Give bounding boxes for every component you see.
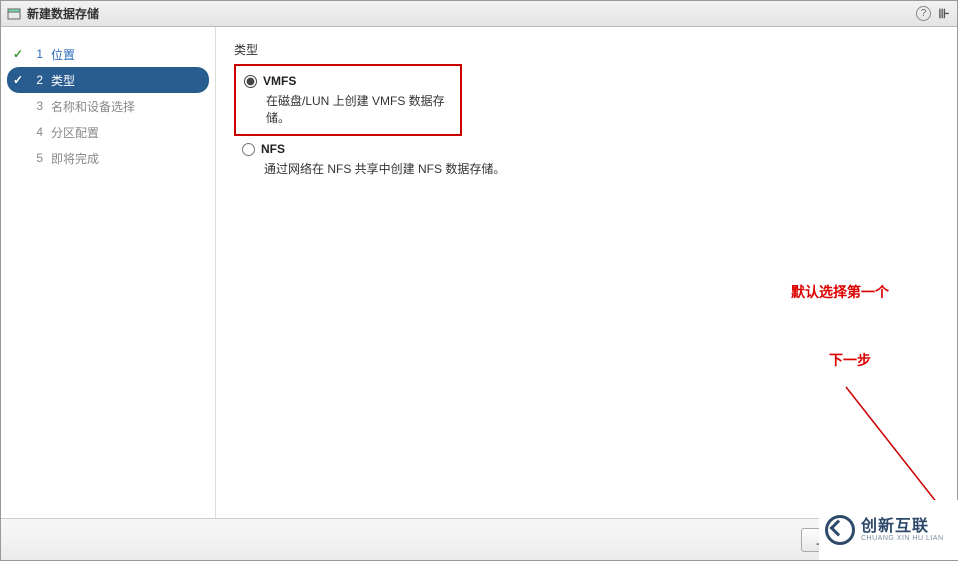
radio-vmfs-input[interactable] bbox=[244, 75, 257, 88]
check-icon: ✓ bbox=[11, 47, 25, 61]
radio-option-vmfs[interactable]: VMFS bbox=[244, 74, 450, 88]
wizard-step-partition: 4 分区配置 bbox=[1, 119, 215, 145]
step-label: 分区配置 bbox=[51, 124, 99, 141]
expand-icon[interactable]: ⊪ bbox=[937, 7, 951, 21]
check-icon: ✓ bbox=[11, 73, 25, 87]
radio-option-nfs[interactable]: NFS bbox=[242, 142, 939, 156]
wizard-content: 类型 VMFS 在磁盘/LUN 上创建 VMFS 数据存储。 NFS 通过网络在… bbox=[216, 27, 957, 518]
section-label: 类型 bbox=[234, 41, 939, 58]
radio-nfs-desc: 通过网络在 NFS 共享中创建 NFS 数据存储。 bbox=[264, 160, 939, 177]
annotation-default-first: 默认选择第一个 bbox=[791, 282, 889, 302]
radio-vmfs-desc: 在磁盘/LUN 上创建 VMFS 数据存储。 bbox=[266, 92, 450, 126]
window-icon bbox=[7, 7, 21, 21]
wizard-step-type[interactable]: ✓ 2 类型 bbox=[7, 67, 209, 93]
dialog-title: 新建数据存储 bbox=[27, 5, 99, 22]
radio-vmfs-label: VMFS bbox=[263, 74, 296, 88]
wizard-step-finish: 5 即将完成 bbox=[1, 145, 215, 171]
step-label: 类型 bbox=[51, 72, 75, 89]
radio-nfs-input[interactable] bbox=[242, 143, 255, 156]
radio-nfs-label: NFS bbox=[261, 142, 285, 156]
step-label: 即将完成 bbox=[51, 150, 99, 167]
wizard-footer: 上一步 下一步 bbox=[1, 518, 957, 560]
wizard-sidebar: ✓ 1 位置 ✓ 2 类型 3 名称和设备选择 4 分区配置 5 bbox=[1, 27, 216, 518]
step-label: 位置 bbox=[51, 46, 75, 63]
annotation-frame: VMFS 在磁盘/LUN 上创建 VMFS 数据存储。 bbox=[234, 64, 462, 136]
wizard-step-location[interactable]: ✓ 1 位置 bbox=[1, 41, 215, 67]
annotation-arrow-icon bbox=[816, 377, 958, 547]
wizard-step-name-device: 3 名称和设备选择 bbox=[1, 93, 215, 119]
annotation-next-step: 下一步 bbox=[829, 350, 871, 370]
titlebar: 新建数据存储 ? ⊪ bbox=[1, 1, 957, 27]
step-label: 名称和设备选择 bbox=[51, 98, 135, 115]
help-icon[interactable]: ? bbox=[916, 6, 931, 21]
